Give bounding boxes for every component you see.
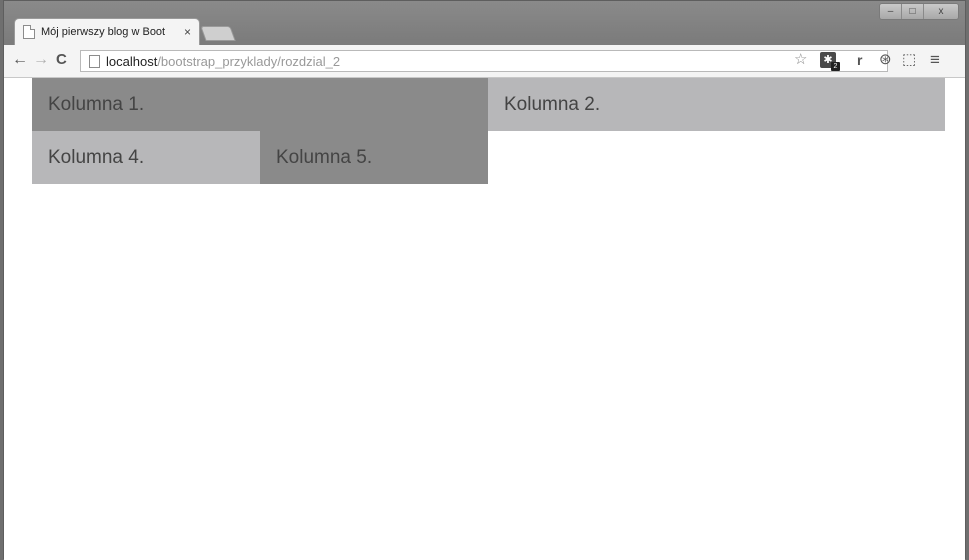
grid-row: Kolumna 1. Kolumna 2. bbox=[32, 78, 945, 131]
url-path: /bootstrap_przyklady/rozdzial_2 bbox=[157, 53, 341, 69]
grid-row: Kolumna 4. Kolumna 5. bbox=[32, 131, 945, 184]
address-bar[interactable]: localhost/bootstrap_przyklady/rozdzial_2 bbox=[80, 50, 888, 72]
column-cell: Kolumna 2. bbox=[488, 78, 945, 131]
window-controls: – □ x bbox=[879, 3, 959, 20]
url-text[interactable]: localhost/bootstrap_przyklady/rozdzial_2 bbox=[106, 54, 340, 69]
reload-icon[interactable]: C bbox=[56, 52, 67, 68]
tab-title: Mój pierwszy blog w Boot bbox=[41, 26, 166, 38]
new-tab-button[interactable] bbox=[200, 26, 236, 41]
minimize-button[interactable]: – bbox=[880, 4, 902, 19]
r-extension-icon[interactable]: r bbox=[857, 52, 862, 68]
page-viewport: Kolumna 1. Kolumna 2. Kolumna 4. Kolumna… bbox=[4, 78, 965, 560]
tab-strip: Mój pierwszy blog w Boot × – □ x bbox=[4, 1, 965, 45]
column-cell: Kolumna 1. bbox=[32, 78, 488, 131]
menu-icon[interactable]: ≡ bbox=[930, 51, 940, 68]
tab-close-icon[interactable]: × bbox=[184, 25, 191, 39]
tab-blog[interactable]: Mój pierwszy blog w Boot × bbox=[14, 18, 200, 45]
browser-window: Mój pierwszy blog w Boot × – □ x ← → C l… bbox=[3, 0, 966, 560]
url-host: localhost bbox=[106, 53, 158, 69]
page-icon bbox=[89, 54, 100, 68]
column-cell: Kolumna 4. bbox=[32, 131, 260, 184]
page-icon bbox=[23, 25, 35, 39]
extension-badge: 2 bbox=[831, 62, 840, 71]
close-button[interactable]: x bbox=[924, 4, 958, 19]
maximize-button[interactable]: □ bbox=[902, 4, 924, 19]
bookmark-star-icon[interactable]: ☆ bbox=[794, 52, 807, 68]
browser-toolbar: ← → C localhost/bootstrap_przyklady/rozd… bbox=[4, 45, 965, 78]
forward-arrow-icon[interactable]: → bbox=[33, 52, 49, 68]
grid-container: Kolumna 1. Kolumna 2. Kolumna 4. Kolumna… bbox=[32, 78, 945, 184]
column-cell: Kolumna 5. bbox=[260, 131, 488, 184]
back-arrow-icon[interactable]: ← bbox=[12, 52, 28, 68]
globe-extension-icon[interactable]: ⊛ bbox=[879, 52, 892, 68]
screen-capture-icon[interactable]: ⬚ bbox=[902, 52, 916, 68]
